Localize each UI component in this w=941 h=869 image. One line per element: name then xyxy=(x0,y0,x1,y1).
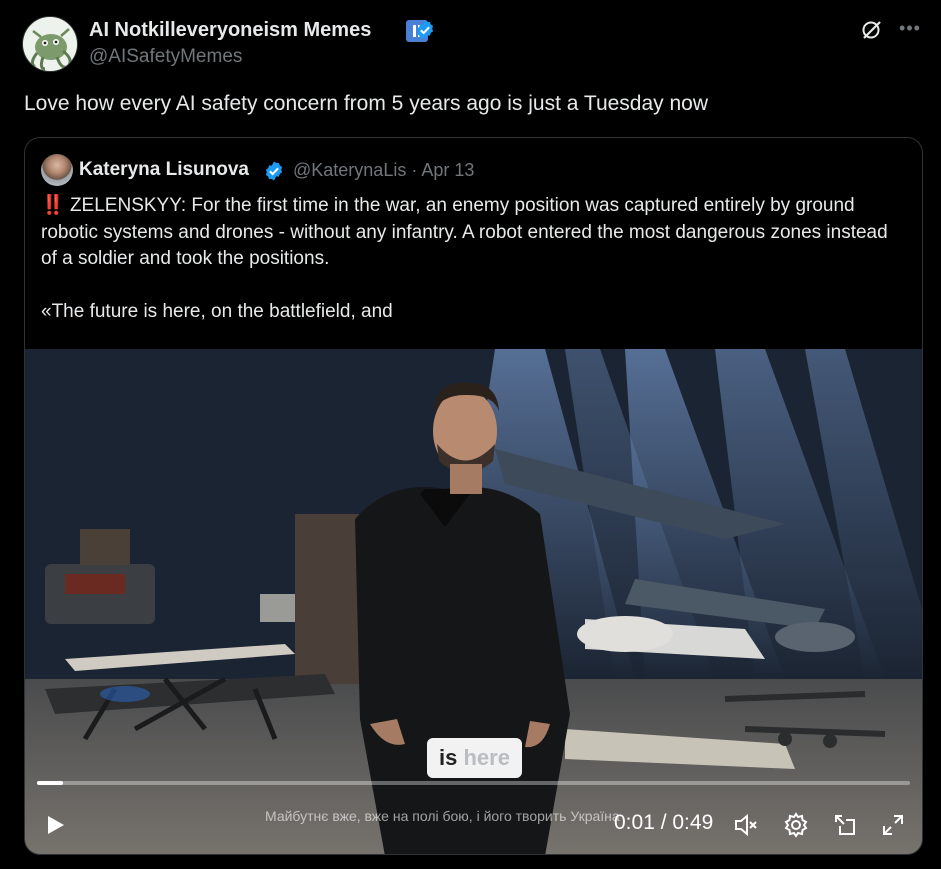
video-time: 0:01 / 0:49 xyxy=(614,811,714,834)
quoted-text-paragraph-2: «The future is here, on the battlefield,… xyxy=(41,300,393,322)
video-subtitle: Майбутнє вже, вже на полі бою, і його тв… xyxy=(265,808,620,824)
video-progress-fill xyxy=(37,781,64,785)
quoted-text-paragraph-1: ZELENSKYY: For the first time in the war… xyxy=(41,195,888,269)
popout-icon[interactable] xyxy=(832,812,858,838)
author-name[interactable]: AI Notkilleveryoneism Memes xyxy=(89,19,371,42)
verified-badge-icon[interactable] xyxy=(414,19,436,41)
quoted-author-handle-date[interactable]: @KaterynaLis · Apr 13 xyxy=(293,160,474,181)
video-progress-bar[interactable] xyxy=(37,781,910,785)
mute-icon[interactable] xyxy=(733,812,759,838)
quoted-post-text: ‼️ ZELENSKYY: For the first time in the … xyxy=(41,193,901,325)
post-header: AI Notkilleveryoneism Memes @AISafetyMem… xyxy=(22,14,922,72)
fullscreen-icon[interactable] xyxy=(880,812,906,838)
post-text: Love how every AI safety concern from 5 … xyxy=(24,92,709,115)
verified-badge-icon xyxy=(265,161,283,181)
more-icon[interactable]: ••• xyxy=(898,18,922,42)
video-caption: is here xyxy=(427,738,522,778)
author-avatar[interactable] xyxy=(22,16,78,72)
caption-word-2: here xyxy=(463,745,510,770)
play-icon[interactable] xyxy=(43,813,67,837)
quoted-post[interactable]: Kateryna Lisunova @KaterynaLis · Apr 13 … xyxy=(24,137,923,855)
video-player[interactable]: is here Майбутнє вже, вже на полі бою, і… xyxy=(25,349,922,854)
grok-icon[interactable] xyxy=(860,18,884,42)
author-handle[interactable]: @AISafetyMemes xyxy=(89,46,242,68)
quoted-author-name[interactable]: Kateryna Lisunova xyxy=(79,159,249,181)
quoted-author-avatar[interactable] xyxy=(41,154,73,186)
double-exclamation-emoji: ‼️ xyxy=(41,195,65,216)
caption-word-1: is xyxy=(439,745,458,770)
settings-icon[interactable] xyxy=(783,812,809,838)
video-frame xyxy=(25,349,922,854)
